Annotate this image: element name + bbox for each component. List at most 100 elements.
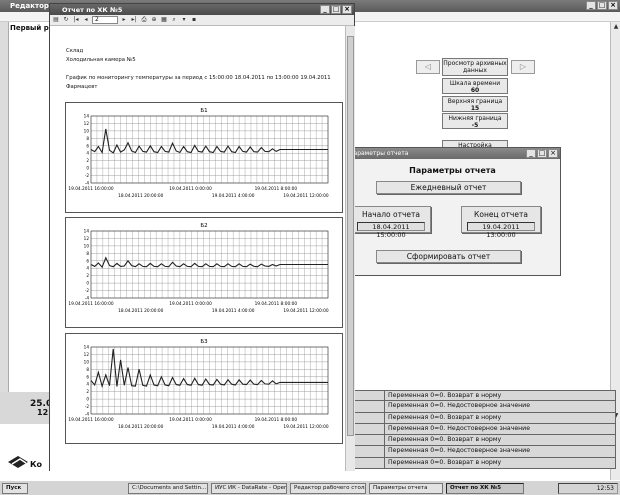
y-tick-label: 8 [86, 136, 89, 141]
dialog-heading: Параметры отчета [409, 166, 496, 175]
event-text: Переменная 0=0. Недостоверное значение [388, 447, 530, 455]
chart-title: Б1 [200, 108, 207, 114]
report-scrollbar[interactable] [345, 26, 355, 471]
save-icon[interactable]: ▤ [52, 16, 60, 24]
next-page-icon[interactable]: ▸ [120, 16, 128, 24]
daily-report-button[interactable]: Ежедневный отчет [376, 181, 521, 194]
y-tick-label: 2 [86, 273, 89, 278]
start-button[interactable]: Пуск [2, 483, 28, 494]
logo-area [0, 424, 50, 480]
report-line-chamber: Холодильная камера №5 [66, 57, 136, 63]
taskbar-item-explorer[interactable]: C:\Documents and Settin... [128, 483, 208, 494]
dialog-close-button[interactable]: × [548, 149, 558, 158]
table-row[interactable]: Переменная 0=0. Недостоверное значение [354, 423, 616, 436]
zoom-icon[interactable]: ⊕ [150, 16, 158, 24]
y-tick-label: 8 [86, 367, 89, 372]
report-line-pharmacist: Фармацевт [66, 84, 98, 90]
next-page-button[interactable]: ▷ [511, 60, 535, 74]
y-tick-label: -4 [85, 181, 90, 186]
taskbar: Пуск C:\Documents and Settin... ИУС ИК -… [0, 480, 620, 495]
last-page-icon[interactable]: ▸| [130, 16, 138, 24]
tray-clock: 12:53 [596, 485, 614, 492]
prev-page-button[interactable]: ◁ [416, 60, 440, 74]
table-row[interactable]: Переменная 0=0. Недостоверное значение [354, 446, 616, 458]
x-tick-label-top: 19.04.2011 8:00:00 [255, 417, 298, 423]
background-sidebar [0, 22, 9, 392]
tab-first-screen[interactable]: Первый р [10, 24, 49, 32]
archive-view-button[interactable]: Просмотр архивных данных [442, 58, 508, 76]
x-tick-label-bottom: 18.04.2011 20:00:00 [118, 193, 164, 199]
lower-bound-value: -5 [471, 122, 479, 129]
dialog-maximize-button[interactable]: □ [537, 149, 547, 158]
report-title-bar: Отчет по ХК №5 _ □ × [50, 4, 354, 15]
refresh-icon[interactable]: ↻ [62, 16, 70, 24]
x-tick-label-bottom: 19.04.2011 12:00:00 [283, 424, 329, 430]
end-datetime-field[interactable]: 19.04.2011 13:00:00 [467, 222, 535, 239]
report-maximize-button[interactable]: □ [331, 5, 341, 14]
y-tick-label: 6 [86, 143, 89, 148]
y-tick-label: 4 [86, 266, 89, 271]
taskbar-item-opera[interactable]: ИУС ИК - DataRate - Opera [211, 483, 287, 494]
chart-title: Б3 [200, 339, 208, 345]
maximize-button[interactable]: □ [597, 1, 607, 10]
end-label: Конец отчета [474, 210, 528, 219]
archive-view-label: Просмотр архивных [443, 60, 507, 67]
y-tick-label: 10 [84, 359, 90, 364]
lower-bound-button[interactable]: Нижняя граница -5 [442, 113, 508, 129]
event-text: Переменная 0=0. Недостоверное значение [388, 424, 530, 432]
dialog-minimize-button[interactable]: _ [526, 149, 536, 158]
page-number-input[interactable]: 2 [92, 16, 118, 24]
events-table: Переменная 0=0. Возврат в норму Переменн… [354, 390, 616, 470]
report-window-title: Отчет по ХК №5 [62, 6, 123, 14]
print-icon[interactable]: ⎙ [140, 16, 148, 24]
y-tick-label: 0 [86, 397, 89, 402]
y-tick-label: 10 [84, 128, 90, 133]
x-tick-label-bottom: 19.04.2011 12:00:00 [283, 308, 329, 314]
y-tick-label: 14 [84, 114, 90, 119]
floppy-icon[interactable]: ▪ [190, 16, 198, 24]
y-tick-label: 2 [86, 389, 89, 394]
event-text: Переменная 0=0. Возврат в норму [388, 458, 502, 466]
report-scroll-thumb[interactable] [347, 36, 354, 436]
export-icon[interactable]: ▾ [180, 16, 188, 24]
table-row[interactable]: Переменная 0=0. Возврат в норму [354, 435, 616, 447]
page-setup-icon[interactable]: ▦ [160, 16, 168, 24]
scroll-up-icon[interactable]: ▲ [612, 23, 620, 31]
report-parameters-dialog: Параметры отчета _ □ × Параметры отчета … [344, 147, 561, 276]
generate-report-button[interactable]: Сформировать отчет [376, 250, 521, 263]
upper-bound-button[interactable]: Верхняя граница 15 [442, 96, 508, 112]
table-row[interactable]: Переменная 0=0. Возврат в норму [354, 390, 616, 402]
chart-title: Б2 [200, 223, 207, 229]
y-tick-label: 2 [86, 158, 89, 163]
y-tick-label: -2 [85, 288, 90, 293]
upper-bound-label: Верхняя граница [447, 98, 503, 105]
find-icon[interactable]: ⌕ [170, 16, 178, 24]
dialog-title: Параметры отчета [349, 150, 409, 157]
time-scale-label: Шкала времени [449, 80, 501, 87]
first-page-icon[interactable]: |◂ [72, 16, 80, 24]
y-tick-label: -4 [85, 412, 90, 417]
x-tick-label-top: 19.04.2011 0:00:00 [169, 417, 212, 423]
table-row[interactable]: Переменная 0=0. Недостоверное значение [354, 401, 616, 413]
start-datetime-field[interactable]: 18.04.2011 15:00:00 [357, 222, 425, 239]
close-button[interactable]: × [608, 1, 618, 10]
x-tick-label-bottom: 19.04.2011 12:00:00 [283, 193, 329, 199]
table-row[interactable]: Переменная 0=0. Возврат в норму [354, 412, 616, 424]
upper-bound-value: 15 [470, 105, 480, 112]
y-tick-label: 8 [86, 251, 89, 256]
x-tick-label-top: 19.04.2011 16:00:00 [68, 301, 114, 307]
start-label: Начало отчета [362, 210, 420, 219]
table-row[interactable]: Переменная 0=0. Возврат в норму [354, 457, 616, 470]
minimize-button[interactable]: _ [586, 1, 596, 10]
time-scale-value: 60 [470, 87, 480, 94]
taskbar-item-editor[interactable]: Редактор рабочего стола [290, 483, 366, 494]
x-tick-label-top: 19.04.2011 0:00:00 [169, 301, 212, 307]
time-scale-button[interactable]: Шкала времени 60 [442, 78, 508, 94]
report-minimize-button[interactable]: _ [320, 5, 330, 14]
prev-page-icon[interactable]: ◂ [82, 16, 90, 24]
y-tick-label: 4 [86, 382, 89, 387]
report-close-button[interactable]: × [342, 5, 352, 14]
taskbar-item-report[interactable]: Отчет по ХК №5 [446, 483, 524, 494]
chart-b3: Б3 -4 -2 0 2 4 6 8 10 12 14 19.04.2011 16:00:00 19.0… [65, 333, 343, 444]
taskbar-item-params[interactable]: Параметры отчета [369, 483, 443, 494]
